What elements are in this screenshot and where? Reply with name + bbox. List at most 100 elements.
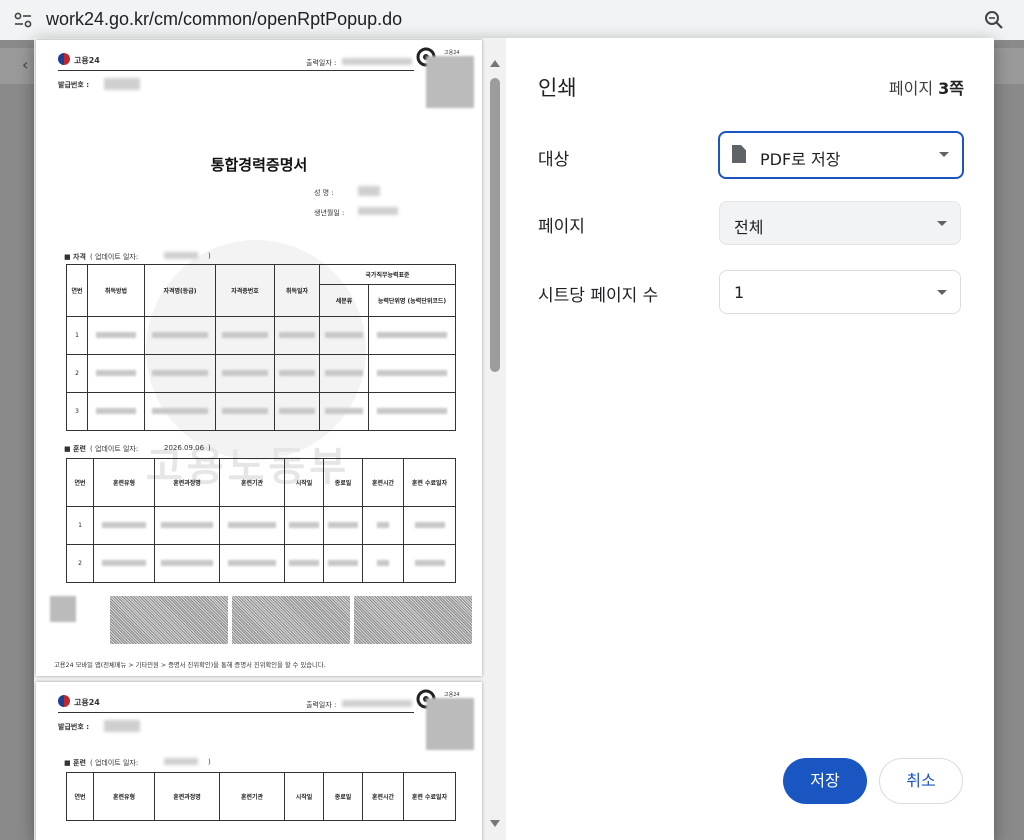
qualification-table: 연번 취득방법 자격명(등급) 자격증번호 취득일자 국가직무능력표준 세분류 … (66, 264, 456, 431)
table-row: 1 (66, 316, 456, 355)
train-col-no: 연번 (66, 772, 94, 821)
dialog-title: 인쇄 (538, 76, 577, 100)
zoom-icon[interactable] (984, 10, 1004, 30)
doc-title: 통합경력증명서 (210, 156, 308, 174)
dropdown-arrow-icon (937, 290, 947, 295)
train-col-hours: 훈련시간 (362, 458, 404, 507)
url-text[interactable]: work24.go.kr/cm/common/openRptPopup.do (46, 9, 402, 30)
train-col-completion: 훈련 수료일자 (403, 458, 456, 507)
train-col-start: 시작일 (284, 772, 324, 821)
qual-col-ncs: 국가직무능력표준 (319, 264, 456, 285)
page-count-prefix: 페이지 (888, 79, 939, 98)
destination-value: PDF로 저장 (760, 150, 841, 169)
row-number: 2 (66, 354, 88, 393)
training-update-close: ) (208, 758, 211, 766)
train-col-course: 훈련과정명 (154, 772, 220, 821)
pages-per-sheet-select[interactable]: 1 (719, 270, 961, 314)
train-col-type: 훈련유형 (93, 458, 155, 507)
print-date-label: 출력일자 : (306, 701, 337, 709)
header-divider (58, 70, 414, 71)
training-update-redacted (164, 758, 198, 765)
barcode-strip-3 (354, 596, 472, 644)
row-number: 1 (66, 316, 88, 355)
training-section-title: ■ 훈련 (64, 445, 86, 453)
qual-section-title: ■ 자격 (64, 253, 86, 261)
qual-update-label: ( 업데이트 일자: (90, 253, 139, 261)
qual-col-name: 자격명(등급) (144, 264, 216, 317)
destination-label: 대상 (538, 150, 570, 170)
government-logo-icon (58, 695, 70, 707)
file-icon (732, 145, 746, 163)
train-col-end: 종료일 (323, 458, 363, 507)
qual-update-redacted (164, 252, 198, 259)
address-bar: work24.go.kr/cm/common/openRptPopup.do (0, 0, 1024, 41)
print-preview[interactable]: 고용24 출력일자 : 발급번호 : 고용24 고용노동부 통합경력증명서 성 … (34, 38, 506, 840)
qual-col-cert-no: 자격증번호 (215, 264, 275, 317)
train-col-hours: 훈련시간 (362, 772, 404, 821)
train-col-completion: 훈련 수료일자 (403, 772, 456, 821)
table-row: 2 (66, 544, 456, 583)
barcode-strip-1 (110, 596, 228, 644)
barcode-strip-2 (232, 596, 350, 644)
header-divider (58, 712, 414, 713)
tune-icon[interactable] (14, 12, 32, 28)
training-update-date: 2026.09.06 (164, 444, 205, 452)
page-count: 페이지 3쪽 (889, 75, 964, 99)
issue-no-label: 발급번호 : (58, 723, 89, 731)
train-col-institution: 훈련기관 (219, 458, 285, 507)
side-stamp-text: 고용24 (444, 692, 460, 698)
dropdown-arrow-icon (937, 221, 947, 226)
train-col-end: 종료일 (323, 772, 363, 821)
table-row: 3 (66, 392, 456, 431)
training-update-label: ( 업데이트 일자: (90, 759, 139, 767)
qual-col-date: 취득일자 (274, 264, 320, 317)
small-qr-redacted (50, 596, 76, 622)
row-number: 1 (66, 506, 94, 545)
qual-col-method: 취득방법 (87, 264, 145, 317)
dropdown-arrow-icon (939, 152, 949, 157)
preview-page-1: 고용24 출력일자 : 발급번호 : 고용24 고용노동부 통합경력증명서 성 … (36, 40, 482, 676)
scroll-up-icon[interactable] (490, 60, 500, 67)
side-stamp-text: 고용24 (444, 50, 460, 56)
preview-page-2: 고용24 출력일자 : 발급번호 : 고용24 ■ 훈련 ( 업데이트 일자: … (36, 682, 482, 840)
train-col-institution: 훈련기관 (219, 772, 285, 821)
qual-col-unit: 능력단위명 (능력단위코드) (368, 284, 456, 317)
training-table: 연번 훈련유형 훈련과정명 훈련기관 시작일 종료일 훈련시간 훈련 수료일자 … (66, 458, 456, 583)
save-button[interactable]: 저장 (783, 758, 867, 804)
row-number: 3 (66, 392, 88, 431)
cancel-button[interactable]: 취소 (879, 758, 963, 804)
name-label: 성 명 : (314, 189, 334, 197)
train-col-no: 연번 (66, 458, 94, 507)
issue-no-redacted (104, 720, 140, 732)
issue-no-label: 발급번호 : (58, 81, 89, 89)
preview-scrollbar[interactable] (486, 38, 504, 840)
qr-code-redacted (426, 56, 474, 108)
logo-text: 고용24 (74, 56, 100, 65)
train-col-course: 훈련과정명 (154, 458, 220, 507)
pages-per-sheet-value: 1 (734, 283, 745, 302)
pages-label: 페이지 (538, 217, 585, 237)
pages-value: 전체 (734, 218, 764, 237)
training-table: 연번 훈련유형 훈련과정명 훈련기관 시작일 종료일 훈련시간 훈련 수료일자 (66, 772, 456, 821)
training-section-title: ■ 훈련 (64, 759, 86, 767)
pages-select[interactable]: 전체 (719, 201, 961, 245)
chevron-left-icon: ‹ (22, 55, 29, 74)
print-settings: 인쇄 페이지 3쪽 대상 PDF로 저장 페이지 전체 시트당 페이지 수 1 … (506, 38, 994, 840)
train-col-type: 훈련유형 (93, 772, 155, 821)
training-update-label: ( 업데이트 일자: (90, 445, 139, 453)
qual-update-close: ) (208, 252, 211, 260)
qual-col-no: 연번 (66, 264, 88, 317)
table-row: 1 (66, 506, 456, 545)
logo-text: 고용24 (74, 698, 100, 707)
birth-redacted (358, 207, 398, 215)
print-dialog: 고용24 출력일자 : 발급번호 : 고용24 고용노동부 통합경력증명서 성 … (34, 38, 994, 840)
scroll-thumb[interactable] (490, 78, 500, 372)
print-date-redacted (342, 700, 412, 707)
row-number: 2 (66, 544, 94, 583)
qual-col-subclass: 세분류 (319, 284, 369, 317)
birth-label: 생년월일 : (314, 209, 345, 217)
print-date-redacted (342, 58, 412, 65)
training-update-close: ) (208, 444, 211, 452)
scroll-down-icon[interactable] (490, 820, 500, 827)
destination-select[interactable]: PDF로 저장 (718, 131, 964, 179)
